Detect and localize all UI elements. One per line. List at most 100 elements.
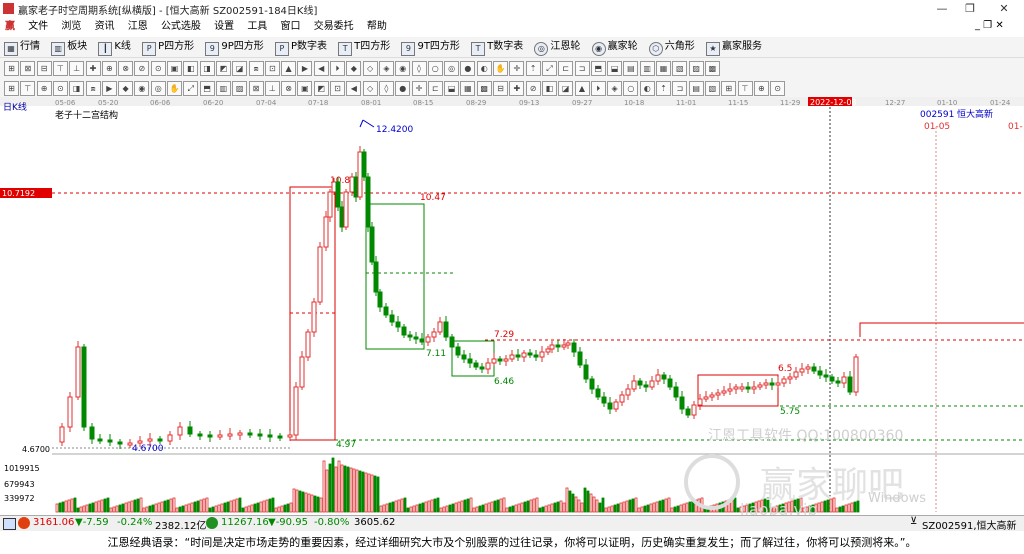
analysis-tool-icon[interactable]: ⊞ bbox=[721, 81, 737, 96]
drawing-tool-icon[interactable]: ◨ bbox=[199, 61, 215, 76]
analysis-tool-icon[interactable]: ◪ bbox=[558, 81, 574, 96]
analysis-tool-icon[interactable]: ◨ bbox=[69, 81, 85, 96]
drawing-tool-icon[interactable]: ● bbox=[460, 61, 476, 76]
analysis-tool-icon[interactable]: ⤢ bbox=[183, 81, 199, 96]
menu-help[interactable]: 帮助 bbox=[362, 18, 392, 36]
app-menu-icon[interactable]: 赢 bbox=[0, 18, 20, 36]
tool-t-table[interactable]: T T数字表 bbox=[471, 40, 523, 56]
drawing-tool-icon[interactable]: ⊗ bbox=[118, 61, 134, 76]
analysis-tool-icon[interactable]: ⬒ bbox=[199, 81, 215, 96]
analysis-tool-icon[interactable]: ⊠ bbox=[248, 81, 264, 96]
drawing-tool-icon[interactable]: ⊡ bbox=[264, 61, 280, 76]
drawing-tool-icon[interactable]: ◉ bbox=[395, 61, 411, 76]
analysis-tool-icon[interactable]: ▨ bbox=[232, 81, 248, 96]
menu-gann[interactable]: 江恩 bbox=[123, 18, 153, 36]
analysis-tool-icon[interactable]: ◎ bbox=[150, 81, 166, 96]
menu-trade[interactable]: 交易委托 bbox=[309, 18, 359, 36]
tool-9t-square[interactable]: 9 9T四方形 bbox=[401, 40, 460, 56]
analysis-tool-icon[interactable]: ◈ bbox=[607, 81, 623, 96]
analysis-tool-icon[interactable]: ◩ bbox=[313, 81, 329, 96]
drawing-tool-icon[interactable]: ⊐ bbox=[574, 61, 590, 76]
drawing-tool-icon[interactable]: ✚ bbox=[85, 61, 101, 76]
maximize-button[interactable]: ❐ bbox=[956, 0, 984, 17]
menu-tools[interactable]: 工具 bbox=[242, 18, 272, 36]
tool-sector[interactable]: ▥ 板块 bbox=[51, 40, 87, 56]
analysis-tool-icon[interactable]: ⊘ bbox=[525, 81, 541, 96]
tool-quotes[interactable]: ▦ 行情 bbox=[4, 40, 40, 56]
analysis-tool-icon[interactable]: ◇ bbox=[362, 81, 378, 96]
drawing-tool-icon[interactable]: ⊤ bbox=[52, 61, 68, 76]
grid-icon[interactable] bbox=[3, 518, 16, 530]
kline-chart[interactable]: 05-06 05-20 06-06 06-20 07-04 07-18 08-01 08-15… bbox=[0, 97, 1024, 519]
analysis-tool-icon[interactable]: ▶ bbox=[101, 81, 117, 96]
drawing-tool-icon[interactable]: ▥ bbox=[639, 61, 655, 76]
drawing-tool-icon[interactable]: ⊙ bbox=[150, 61, 166, 76]
drawing-tool-icon[interactable]: ⇡ bbox=[525, 61, 541, 76]
analysis-tool-icon[interactable]: ⊕ bbox=[753, 81, 769, 96]
drawing-tool-icon[interactable]: ▩ bbox=[704, 61, 720, 76]
analysis-tool-icon[interactable]: ⊙ bbox=[52, 81, 68, 96]
analysis-tool-icon[interactable]: ⊡ bbox=[330, 81, 345, 96]
analysis-tool-icon[interactable]: ▩ bbox=[476, 81, 492, 96]
analysis-tool-icon[interactable]: ▦ bbox=[460, 81, 476, 96]
tool-winner-wheel[interactable]: ◉ 赢家轮 bbox=[591, 40, 638, 56]
drawing-tool-icon[interactable]: ✛ bbox=[509, 61, 525, 76]
analysis-tool-icon[interactable]: ⊞ bbox=[4, 81, 19, 96]
drawing-tool-icon[interactable]: ⤢ bbox=[541, 61, 557, 76]
analysis-tool-icon[interactable]: ▥ bbox=[215, 81, 231, 96]
chart-area[interactable]: 05-06 05-20 06-06 06-20 07-04 07-18 08-01 08-15… bbox=[0, 97, 1024, 519]
drawing-tool-icon[interactable]: ◎ bbox=[444, 61, 460, 76]
tool-9p-square[interactable]: 9 9P四方形 bbox=[205, 40, 264, 56]
analysis-tool-icon[interactable]: ○ bbox=[623, 81, 639, 96]
mdi-controls[interactable]: _ ❐ ✕ bbox=[975, 20, 1004, 31]
drawing-tool-icon[interactable]: ⊞ bbox=[4, 61, 19, 76]
analysis-tool-icon[interactable]: ⊏ bbox=[427, 81, 443, 96]
drawing-tool-icon[interactable]: ◈ bbox=[378, 61, 394, 76]
tool-t-square[interactable]: T T四方形 bbox=[338, 40, 390, 56]
analysis-tool-icon[interactable]: ◐ bbox=[639, 81, 655, 96]
analysis-tool-icon[interactable]: ◆ bbox=[118, 81, 134, 96]
drawing-tool-icon[interactable]: ⊥ bbox=[69, 61, 85, 76]
drawing-tool-icon[interactable]: ◪ bbox=[232, 61, 248, 76]
analysis-tool-icon[interactable]: ◀ bbox=[346, 81, 362, 96]
drawing-tool-icon[interactable]: ▲ bbox=[281, 61, 297, 76]
minimize-button[interactable]: — bbox=[928, 0, 956, 17]
analysis-tool-icon[interactable]: ◊ bbox=[378, 81, 394, 96]
tool-kline[interactable]: ┃ K线 bbox=[98, 40, 131, 56]
drawing-tool-icon[interactable]: ◧ bbox=[183, 61, 199, 76]
analysis-tool-icon[interactable]: ⊤ bbox=[737, 81, 753, 96]
analysis-tool-icon[interactable]: ▧ bbox=[704, 81, 720, 96]
drawing-tool-icon[interactable]: ⬓ bbox=[607, 61, 623, 76]
analysis-tool-icon[interactable]: ⊥ bbox=[264, 81, 280, 96]
analysis-tool-icon[interactable]: ▤ bbox=[688, 81, 704, 96]
drawing-tool-icon[interactable]: ◊ bbox=[411, 61, 427, 76]
analysis-tool-icon[interactable]: ⊕ bbox=[36, 81, 52, 96]
menu-window[interactable]: 窗口 bbox=[276, 18, 306, 36]
drawing-tool-icon[interactable]: ◐ bbox=[476, 61, 492, 76]
scroll-icon[interactable]: ⊻ bbox=[910, 516, 917, 527]
analysis-tool-icon[interactable]: ◉ bbox=[134, 81, 150, 96]
drawing-tool-icon[interactable]: ▣ bbox=[167, 61, 182, 76]
drawing-tool-icon[interactable]: ▨ bbox=[688, 61, 704, 76]
menu-file[interactable]: 文件 bbox=[23, 18, 53, 36]
analysis-tool-icon[interactable]: ▲ bbox=[574, 81, 590, 96]
drawing-tool-icon[interactable]: ⊘ bbox=[134, 61, 150, 76]
analysis-tool-icon[interactable]: ✋ bbox=[167, 81, 182, 96]
analysis-tool-icon[interactable]: ▣ bbox=[297, 81, 313, 96]
drawing-tool-icon[interactable]: ⊏ bbox=[558, 61, 574, 76]
drawing-tool-icon[interactable]: ⧈ bbox=[248, 61, 264, 76]
menu-settings[interactable]: 设置 bbox=[209, 18, 239, 36]
analysis-tool-icon[interactable]: ⧈ bbox=[85, 81, 101, 96]
analysis-tool-icon[interactable]: ⊤ bbox=[20, 81, 36, 96]
analysis-tool-icon[interactable]: ✚ bbox=[509, 81, 525, 96]
drawing-tool-icon[interactable]: ○ bbox=[427, 61, 443, 76]
drawing-tool-icon[interactable]: ⊠ bbox=[20, 61, 36, 76]
drawing-tool-icon[interactable]: ⊕ bbox=[101, 61, 117, 76]
tool-p-square[interactable]: P P四方形 bbox=[142, 40, 194, 56]
drawing-tool-icon[interactable]: ◩ bbox=[215, 61, 231, 76]
drawing-tool-icon[interactable]: ✋ bbox=[493, 61, 508, 76]
analysis-tool-icon[interactable]: ⊙ bbox=[770, 81, 786, 96]
tool-gann-wheel[interactable]: ◎ 江恩轮 bbox=[534, 40, 580, 56]
menu-browse[interactable]: 浏览 bbox=[56, 18, 86, 36]
drawing-tool-icon[interactable]: ⬒ bbox=[590, 61, 606, 76]
